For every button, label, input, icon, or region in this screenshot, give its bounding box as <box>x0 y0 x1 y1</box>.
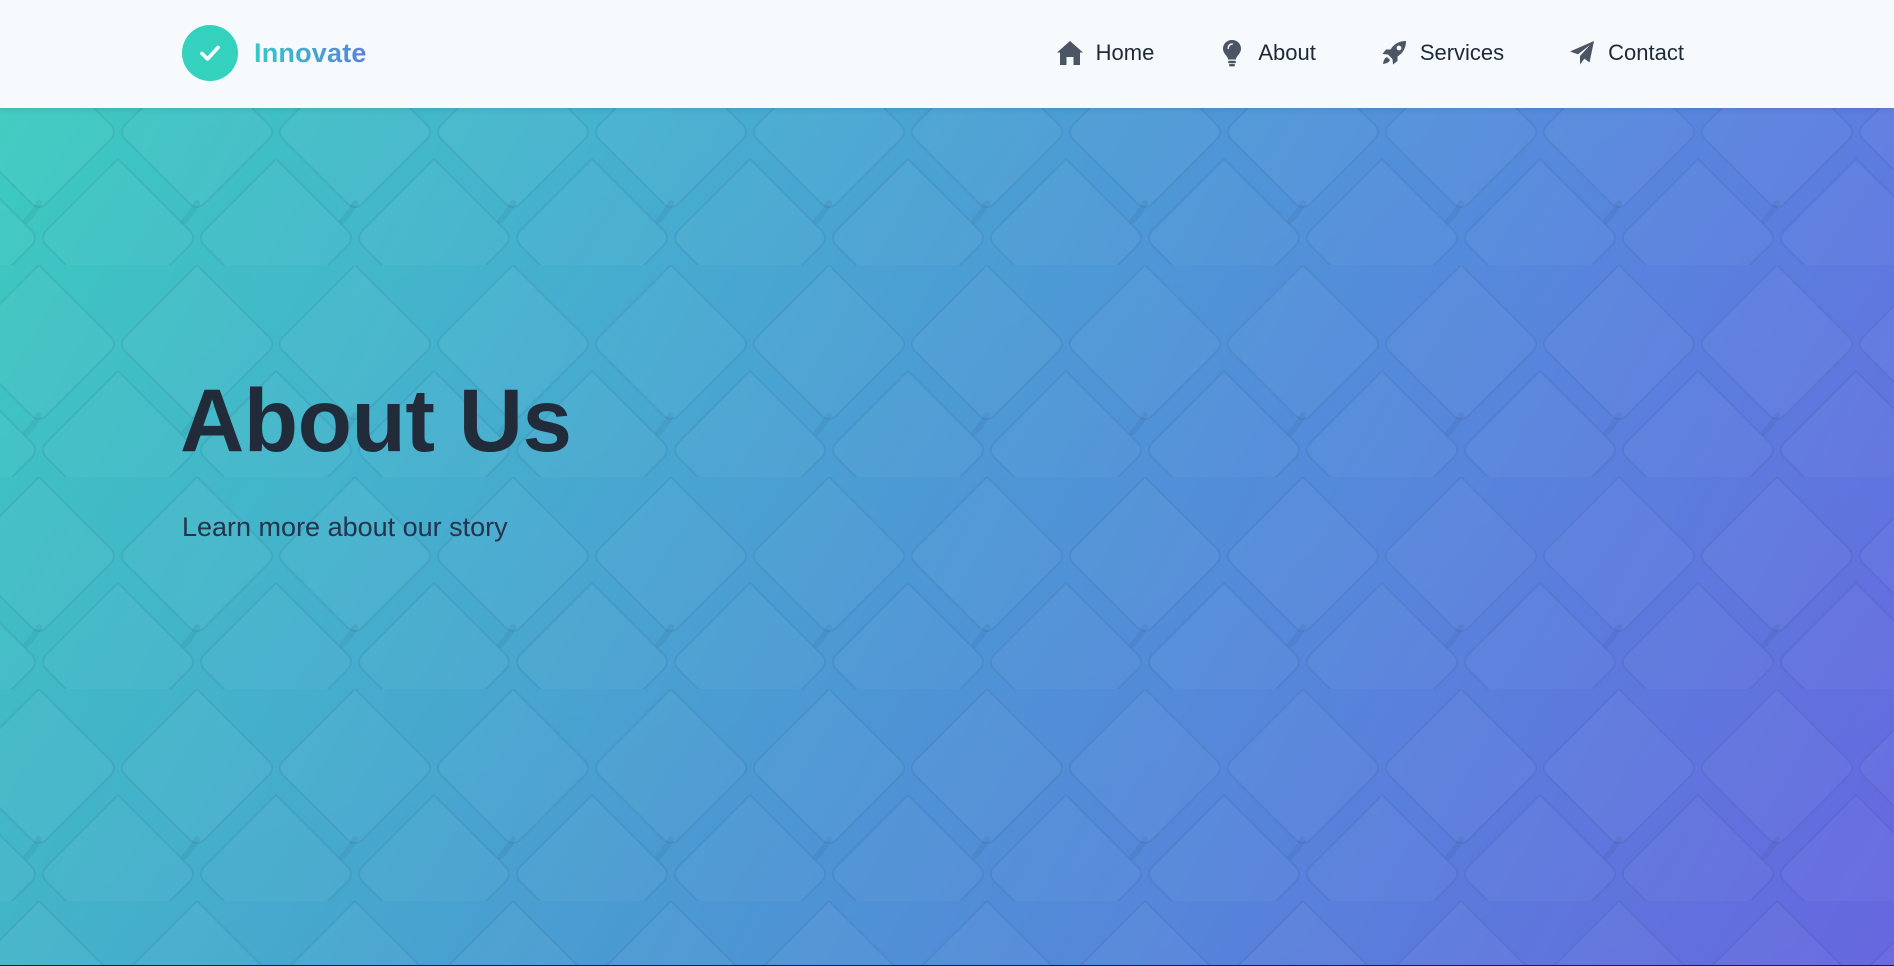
brand-name: Innovate <box>254 37 367 68</box>
navbar: Innovate Home About Services Contact <box>0 0 1894 108</box>
checkmark-icon <box>182 25 238 81</box>
nav-item-label: About <box>1258 39 1316 65</box>
home-icon <box>1056 39 1084 67</box>
paper-plane-icon <box>1568 39 1596 67</box>
nav-item-contact[interactable]: Contact <box>1568 39 1684 67</box>
nav-item-label: Services <box>1419 39 1505 65</box>
nav-item-label: Home <box>1095 39 1155 65</box>
main-nav: Home About Services Contact <box>1056 0 1684 105</box>
hero-section: About Us Learn more about our story <box>0 108 1894 965</box>
nav-item-label: Contact <box>1608 39 1684 65</box>
page-title: About Us <box>180 370 572 470</box>
logo-link[interactable]: Innovate <box>182 25 367 81</box>
rocket-icon <box>1380 39 1408 67</box>
page-subtitle: Learn more about our story <box>182 512 508 542</box>
nav-item-about[interactable]: About <box>1218 39 1316 67</box>
lightbulb-icon <box>1218 39 1246 67</box>
nav-item-home[interactable]: Home <box>1056 39 1155 67</box>
nav-item-services[interactable]: Services <box>1380 39 1504 67</box>
